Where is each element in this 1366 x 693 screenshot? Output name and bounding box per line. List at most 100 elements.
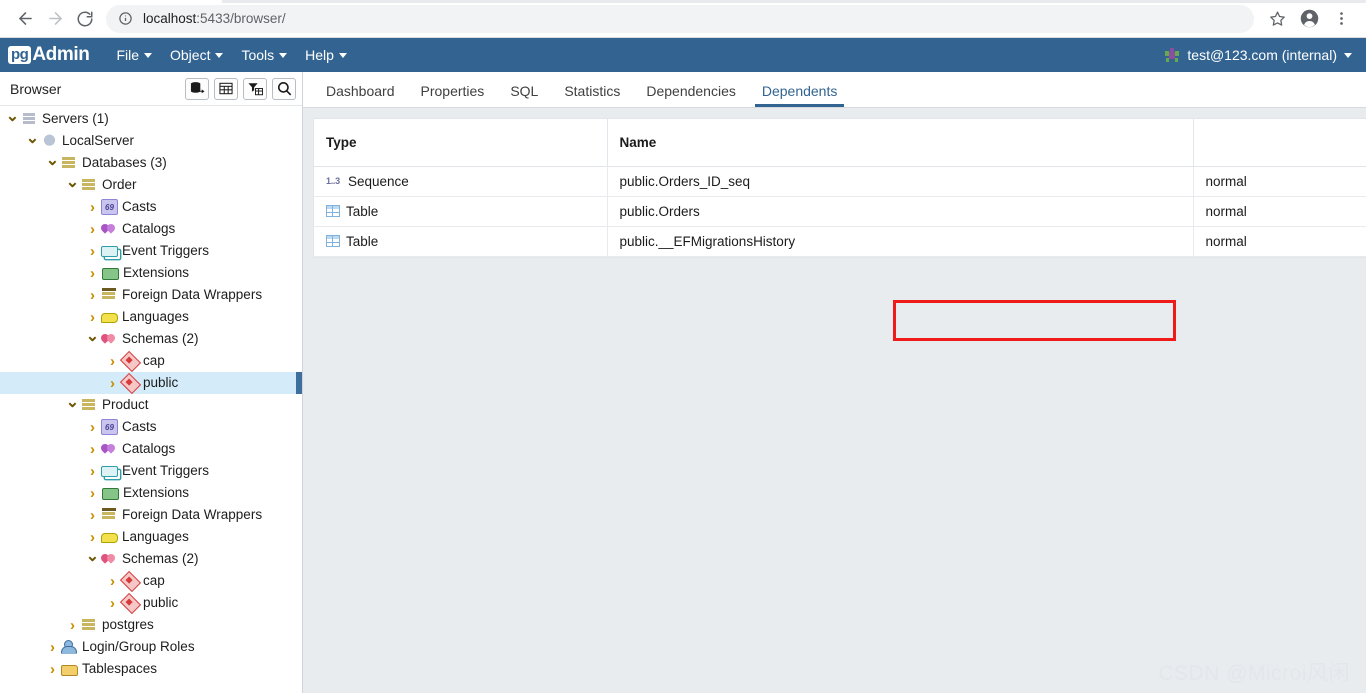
tree-item-event-triggers[interactable]: › Event Triggers	[0, 460, 302, 482]
tree-item-label: Tablespaces	[82, 661, 158, 677]
table-row[interactable]: Table public.__EFMigrationsHistory normal	[314, 226, 1366, 257]
tab-dependencies[interactable]: Dependencies	[633, 84, 749, 107]
menu-file[interactable]: File	[107, 38, 161, 72]
tree-item-cap[interactable]: › cap	[0, 570, 302, 593]
filter-icon[interactable]	[243, 77, 267, 100]
site-info-icon[interactable]	[118, 11, 133, 26]
chevron-down-icon[interactable]: ⌄	[66, 392, 79, 412]
tree-item-event-triggers[interactable]: › Event Triggers	[0, 240, 302, 262]
chevron-right-icon[interactable]: ›	[86, 309, 99, 326]
tree-item-schemas-2[interactable]: ⌄ Schemas (2)	[0, 328, 302, 350]
chevron-right-icon[interactable]: ›	[86, 463, 99, 480]
tree-item-cap[interactable]: › cap	[0, 350, 302, 373]
search-icon[interactable]	[272, 77, 296, 100]
chevron-right-icon[interactable]: ›	[106, 573, 119, 590]
chevron-right-icon[interactable]: ›	[86, 265, 99, 282]
chevron-down-icon[interactable]: ⌄	[6, 106, 19, 126]
chevron-down-icon[interactable]: ⌄	[26, 128, 39, 148]
tree-item-public[interactable]: › public	[0, 592, 302, 615]
tree-item-catalogs[interactable]: › Catalogs	[0, 438, 302, 460]
chevron-right-icon[interactable]: ›	[86, 485, 99, 502]
address-bar[interactable]: localhost:5433/browser/	[106, 4, 1254, 33]
tree-item-label: cap	[143, 353, 165, 369]
tree-item-login-group-roles[interactable]: › Login/Group Roles	[0, 636, 302, 658]
object-explorer-icon[interactable]	[185, 77, 209, 100]
tree-item-label: Languages	[122, 309, 189, 325]
chevron-right-icon[interactable]: ›	[86, 221, 99, 238]
chevron-right-icon[interactable]: ›	[106, 353, 119, 370]
tab-statistics[interactable]: Statistics	[551, 84, 633, 107]
chevron-right-icon[interactable]: ›	[86, 529, 99, 546]
column-header-restriction[interactable]	[1193, 119, 1366, 167]
chevron-right-icon[interactable]: ›	[46, 661, 59, 678]
schema-icon	[119, 372, 142, 395]
tab-dependents[interactable]: Dependents	[749, 84, 851, 107]
tab-sql[interactable]: SQL	[497, 84, 551, 107]
tree-item-foreign-data-wrappers[interactable]: › Foreign Data Wrappers	[0, 504, 302, 526]
back-arrow-icon[interactable]	[10, 4, 40, 34]
chevron-right-icon[interactable]: ›	[86, 441, 99, 458]
menu-help[interactable]: Help	[296, 38, 356, 72]
chevron-right-icon[interactable]: ›	[106, 595, 119, 612]
column-header-name[interactable]: Name	[607, 119, 1194, 167]
chevron-right-icon[interactable]: ›	[86, 507, 99, 524]
pgadmin-logo[interactable]: pg Admin	[8, 44, 90, 66]
chevron-right-icon[interactable]: ›	[86, 419, 99, 436]
star-icon[interactable]	[1262, 4, 1292, 34]
menu-tools[interactable]: Tools	[232, 38, 296, 72]
cell-name: public.__EFMigrationsHistory	[607, 226, 1194, 257]
profile-avatar-icon[interactable]	[1294, 4, 1324, 34]
tree-item-label: public	[143, 595, 179, 611]
tree-item-postgres[interactable]: › postgres	[0, 614, 302, 636]
tree-item-localserver[interactable]: ⌄ LocalServer	[0, 130, 302, 152]
chevron-right-icon[interactable]: ›	[66, 617, 79, 634]
tree-item-tablespaces[interactable]: › Tablespaces	[0, 658, 302, 680]
chevron-down-icon	[338, 52, 347, 58]
event-trigger-icon	[101, 466, 118, 477]
menu-object[interactable]: Object	[161, 38, 232, 72]
cell-name: public.Orders	[607, 196, 1194, 227]
menu-file-label: File	[116, 47, 139, 63]
column-header-type[interactable]: Type	[314, 119, 608, 167]
chevron-right-icon[interactable]: ›	[86, 199, 99, 216]
postgres-icon	[41, 133, 58, 149]
tree-item-servers-1[interactable]: ⌄ Servers (1)	[0, 108, 302, 130]
object-tree[interactable]: ⌄ Servers (1) ⌄ LocalServer ⌄ Databases (3) ⌄ O…	[0, 106, 302, 693]
chevron-right-icon[interactable]: ›	[86, 243, 99, 260]
tab-properties[interactable]: Properties	[408, 84, 498, 107]
chevron-right-icon[interactable]: ›	[106, 375, 119, 392]
tree-item-catalogs[interactable]: › Catalogs	[0, 218, 302, 240]
tree-item-languages[interactable]: › Languages	[0, 526, 302, 548]
table-icon	[326, 205, 340, 217]
tree-item-label: Foreign Data Wrappers	[122, 507, 263, 523]
dependents-grid: Type Name 1..3 Sequence public.Orders_ID_s…	[313, 118, 1366, 341]
tree-item-order[interactable]: ⌄ Order	[0, 174, 302, 196]
menu-tools-label: Tools	[241, 47, 275, 63]
tree-item-casts[interactable]: › 69 Casts	[0, 416, 302, 438]
tree-item-foreign-data-wrappers[interactable]: › Foreign Data Wrappers	[0, 284, 302, 306]
tree-item-casts[interactable]: › 69 Casts	[0, 196, 302, 218]
tree-item-extensions[interactable]: › Extensions	[0, 262, 302, 284]
tree-item-public[interactable]: › public	[0, 372, 302, 395]
chevron-down-icon[interactable]: ⌄	[86, 546, 99, 566]
tree-item-languages[interactable]: › Languages	[0, 306, 302, 328]
chevron-right-icon[interactable]: ›	[46, 639, 59, 656]
tree-item-databases-3[interactable]: ⌄ Databases (3)	[0, 152, 302, 174]
grid-icon[interactable]	[214, 77, 238, 100]
tree-item-schemas-2[interactable]: ⌄ Schemas (2)	[0, 548, 302, 570]
reload-icon[interactable]	[70, 4, 100, 34]
tab-dashboard[interactable]: Dashboard	[313, 84, 408, 107]
browser-panel: Browser ⌄ Servers (1) ⌄ LocalServer ⌄ Da…	[0, 72, 303, 693]
chevron-down-icon[interactable]: ⌄	[86, 326, 99, 346]
chevron-down-icon[interactable]: ⌄	[46, 150, 59, 170]
table-row[interactable]: 1..3 Sequence public.Orders_ID_seq normal	[314, 166, 1366, 197]
chevron-down-icon[interactable]: ⌄	[66, 172, 79, 192]
tree-item-product[interactable]: ⌄ Product	[0, 394, 302, 416]
forward-arrow-icon[interactable]	[40, 4, 70, 34]
three-dot-menu-icon[interactable]	[1326, 4, 1356, 34]
table-row[interactable]: Table public.Orders normal	[314, 196, 1366, 227]
chevron-right-icon[interactable]: ›	[86, 287, 99, 304]
user-menu[interactable]: test@123.com (internal)	[1164, 47, 1356, 63]
tree-item-extensions[interactable]: › Extensions	[0, 482, 302, 504]
tree-item-label: Event Triggers	[122, 243, 210, 259]
